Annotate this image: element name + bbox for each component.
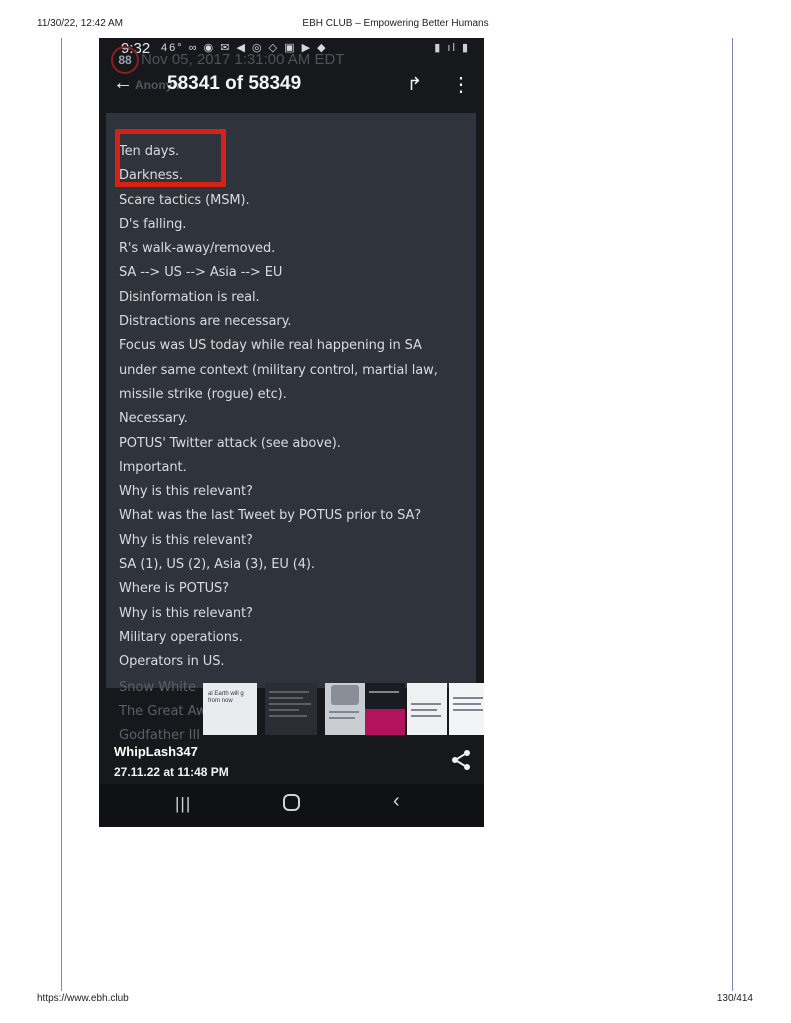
- post-timestamp: 27.11.22 at 11:48 PM: [114, 765, 229, 779]
- thumbnail-text-line: [453, 697, 483, 699]
- post-line: SA (1), US (2), Asia (3), EU (4).: [119, 557, 315, 573]
- post-line: Important.: [119, 459, 187, 475]
- left-margin-rule: [61, 38, 62, 991]
- red-highlight-box: [115, 129, 226, 187]
- right-margin-rule: [732, 38, 733, 991]
- thumbnail[interactable]: al Earth will g from now: [203, 683, 257, 735]
- android-nav-bar: ||| ‹: [99, 784, 484, 827]
- post-line: Distractions are necessary.: [119, 314, 292, 330]
- thumbnail-text-line: [453, 709, 483, 711]
- thumbnail-strip: al Earth will g from now: [203, 683, 484, 735]
- post-line: Where is POTUS?: [119, 581, 229, 597]
- thumbnail-text-line: [269, 691, 309, 693]
- post-line: Operators in US.: [119, 654, 225, 670]
- thumbnail-photo: [331, 685, 359, 705]
- thumbnail-text-line: [269, 703, 311, 705]
- post-line: POTUS' Twitter attack (see above).: [119, 435, 341, 451]
- thumbnail[interactable]: [325, 683, 365, 735]
- post-body: Ten days. Darkness. Scare tactics (MSM).…: [106, 113, 476, 688]
- thumbnail[interactable]: [365, 683, 405, 735]
- print-header: 11/30/22, 12:42 AM EBH CLUB – Empowering…: [0, 18, 791, 32]
- print-page-title: EBH CLUB – Empowering Better Humans: [302, 18, 489, 29]
- post-line: Why is this relevant?: [119, 484, 253, 500]
- thumbnail-text-line: [411, 715, 441, 717]
- share-icon[interactable]: [449, 748, 473, 772]
- print-url: https://www.ebh.club: [37, 993, 129, 1004]
- post-line: Scare tactics (MSM).: [119, 192, 250, 208]
- thumbnail-text-line: [411, 703, 441, 705]
- thumbnail-text-line: [269, 715, 307, 717]
- thumbnail[interactable]: [407, 683, 447, 735]
- post-line: Why is this relevant?: [119, 605, 253, 621]
- thumbnail[interactable]: [449, 683, 484, 735]
- recents-icon[interactable]: |||: [175, 794, 191, 814]
- post-line: Why is this relevant?: [119, 532, 253, 548]
- home-icon[interactable]: [283, 794, 300, 811]
- thumbnail-caption: al Earth will g from now: [208, 691, 244, 704]
- post-line: SA --> US --> Asia --> EU: [119, 265, 283, 281]
- back-icon[interactable]: ‹: [393, 790, 400, 813]
- post-line: Military operations.: [119, 629, 243, 645]
- forward-share-icon[interactable]: ↱: [407, 74, 422, 95]
- back-arrow-icon[interactable]: ←: [113, 72, 133, 95]
- signal-battery-icon: ▮ ıl ▮: [434, 42, 470, 54]
- post-line: Necessary.: [119, 411, 188, 427]
- thumbnail-text-line: [329, 717, 355, 719]
- thumbnail[interactable]: [265, 683, 317, 735]
- thumbnail-text-line: [329, 711, 359, 713]
- post-line: R's walk-away/removed.: [119, 241, 276, 257]
- post-line: Focus was US today while real happening …: [119, 338, 422, 354]
- post-line: Disinformation is real.: [119, 289, 260, 305]
- thumbnail-text-line: [269, 709, 299, 711]
- author-name: WhipLash347: [114, 744, 198, 759]
- post-line: under same context (military control, ma…: [119, 362, 438, 378]
- post-line: What was the last Tweet by POTUS prior t…: [119, 508, 422, 524]
- print-footer: https://www.ebh.club 130/414: [0, 993, 791, 1007]
- thumbnail-text-line: [453, 703, 481, 705]
- thumbnail-text-line: [369, 691, 399, 693]
- more-options-icon[interactable]: ⋮: [451, 72, 471, 97]
- thumbnail-text-line: [411, 709, 437, 711]
- thumbnail-text-line: [269, 697, 303, 699]
- print-page-number: 130/414: [716, 993, 753, 1004]
- post-line: D's falling.: [119, 216, 187, 232]
- phone-screenshot: 9:32 46° ∞ ◉ ✉ ◀ ◎ ◇ ▣ ▶ ◆ ▮ ıl ▮ 88 Nov…: [99, 38, 484, 827]
- viewer-app-bar: ← 58341 of 58349 ↱ ⋮: [99, 66, 484, 106]
- thumbnail-photo: [365, 709, 405, 735]
- post-line: missile strike (rogue) etc).: [119, 386, 287, 402]
- post-text: Ten days. Darkness. Scare tactics (MSM).…: [119, 140, 469, 675]
- image-counter: 58341 of 58349: [167, 73, 302, 94]
